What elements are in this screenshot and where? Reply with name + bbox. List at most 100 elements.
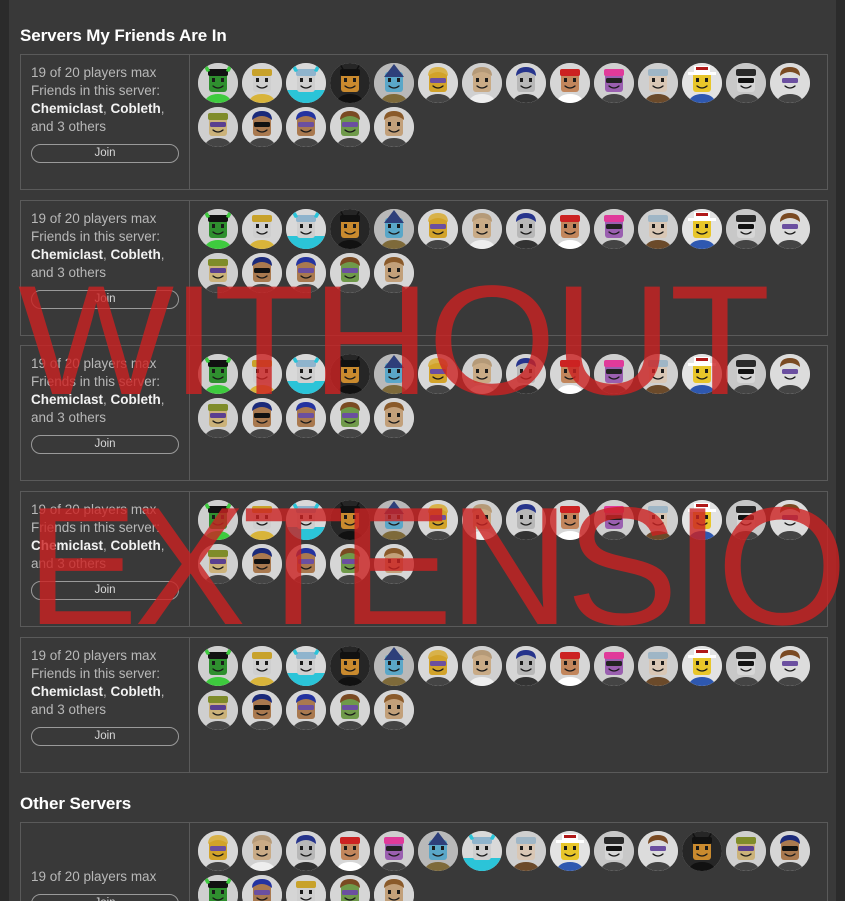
player-avatar[interactable] [198,107,238,147]
player-avatar[interactable] [286,500,326,540]
player-avatar[interactable] [726,500,766,540]
player-avatar[interactable] [770,63,810,103]
player-avatar[interactable] [242,646,282,686]
player-avatar[interactable] [286,646,326,686]
player-avatar[interactable] [286,107,326,147]
player-avatar[interactable] [374,209,414,249]
player-avatar[interactable] [198,544,238,584]
player-avatar[interactable] [242,354,282,394]
player-avatar[interactable] [594,63,634,103]
player-avatar[interactable] [550,646,590,686]
player-avatar[interactable] [198,398,238,438]
join-server-button[interactable]: Join [31,435,179,454]
player-avatar[interactable] [462,646,502,686]
server-card[interactable]: 19 of 20 players max Join [20,822,828,901]
player-avatar[interactable] [374,253,414,293]
player-avatar[interactable] [550,63,590,103]
player-avatar[interactable] [770,354,810,394]
player-avatar[interactable] [462,500,502,540]
player-avatar[interactable] [198,63,238,103]
join-server-button[interactable]: Join [31,893,179,901]
player-avatar[interactable] [726,646,766,686]
player-avatar[interactable] [462,354,502,394]
player-avatar[interactable] [198,646,238,686]
join-server-button[interactable]: Join [31,727,179,746]
player-avatar[interactable] [198,875,238,901]
friend-name-2[interactable]: Cobleth [111,538,161,553]
player-avatar[interactable] [198,500,238,540]
player-avatar[interactable] [374,107,414,147]
friend-name-1[interactable]: Chemiclast [31,247,103,262]
player-avatar[interactable] [594,209,634,249]
player-avatar[interactable] [638,63,678,103]
player-avatar[interactable] [330,398,370,438]
player-avatar[interactable] [770,500,810,540]
player-avatar[interactable] [638,831,678,871]
player-avatar[interactable] [682,500,722,540]
player-avatar[interactable] [638,646,678,686]
player-avatar[interactable] [374,544,414,584]
player-avatar[interactable] [506,354,546,394]
player-avatar[interactable] [374,875,414,901]
server-card[interactable]: 19 of 20 players max Friends in this serv… [20,200,828,336]
player-avatar[interactable] [682,63,722,103]
player-avatar[interactable] [198,209,238,249]
server-card[interactable]: 19 of 20 players max Friends in this serv… [20,491,828,627]
player-avatar[interactable] [198,253,238,293]
friend-name-2[interactable]: Cobleth [111,101,161,116]
player-avatar[interactable] [242,253,282,293]
player-avatar[interactable] [286,63,326,103]
friend-name-2[interactable]: Cobleth [111,247,161,262]
player-avatar[interactable] [594,646,634,686]
player-avatar[interactable] [198,690,238,730]
player-avatar[interactable] [770,209,810,249]
player-avatar[interactable] [506,209,546,249]
player-avatar[interactable] [330,500,370,540]
player-avatar[interactable] [242,500,282,540]
player-avatar[interactable] [638,500,678,540]
player-avatar[interactable] [682,354,722,394]
player-avatar[interactable] [198,354,238,394]
player-avatar[interactable] [418,831,458,871]
join-server-button[interactable]: Join [31,581,179,600]
player-avatar[interactable] [682,646,722,686]
player-avatar[interactable] [770,831,810,871]
player-avatar[interactable] [770,646,810,686]
player-avatar[interactable] [462,209,502,249]
player-avatar[interactable] [726,354,766,394]
player-avatar[interactable] [330,354,370,394]
player-avatar[interactable] [374,354,414,394]
player-avatar[interactable] [286,354,326,394]
player-avatar[interactable] [550,354,590,394]
player-avatar[interactable] [242,831,282,871]
player-avatar[interactable] [726,209,766,249]
player-avatar[interactable] [374,831,414,871]
player-avatar[interactable] [462,63,502,103]
player-avatar[interactable] [682,831,722,871]
player-avatar[interactable] [550,500,590,540]
player-avatar[interactable] [550,209,590,249]
player-avatar[interactable] [286,875,326,901]
join-server-button[interactable]: Join [31,144,179,163]
player-avatar[interactable] [330,544,370,584]
player-avatar[interactable] [418,646,458,686]
friend-name-1[interactable]: Chemiclast [31,684,103,699]
player-avatar[interactable] [242,107,282,147]
join-server-button[interactable]: Join [31,290,179,309]
friend-name-2[interactable]: Cobleth [111,684,161,699]
player-avatar[interactable] [330,690,370,730]
player-avatar[interactable] [374,690,414,730]
player-avatar[interactable] [418,354,458,394]
player-avatar[interactable] [506,63,546,103]
player-avatar[interactable] [374,646,414,686]
player-avatar[interactable] [330,646,370,686]
player-avatar[interactable] [594,354,634,394]
player-avatar[interactable] [726,831,766,871]
server-card[interactable]: 19 of 20 players max Friends in this serv… [20,54,828,190]
player-avatar[interactable] [726,63,766,103]
player-avatar[interactable] [198,831,238,871]
server-card[interactable]: 19 of 20 players max Friends in this serv… [20,345,828,481]
player-avatar[interactable] [330,63,370,103]
player-avatar[interactable] [418,63,458,103]
player-avatar[interactable] [374,398,414,438]
